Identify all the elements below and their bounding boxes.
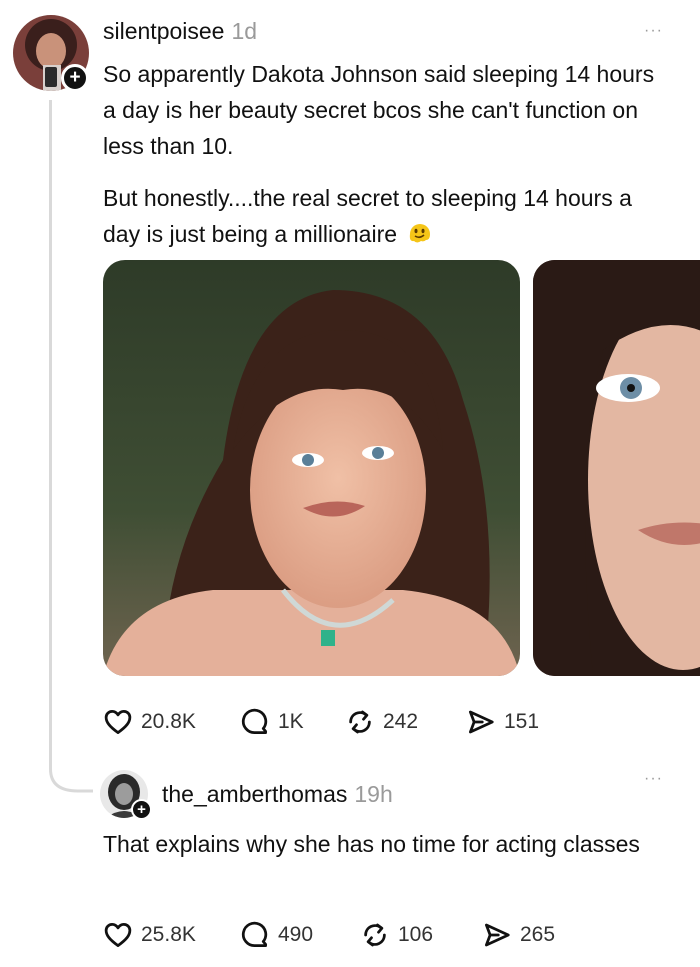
reply-follow-plus-icon[interactable]: + [131,799,152,820]
post-paragraph-2: But honestly....the real secret to sleep… [103,185,632,247]
heart-icon [104,710,132,734]
post-header: silentpoisee 1d [103,18,257,45]
post-like-count: 20.8K [141,710,196,733]
post-share-count: 151 [504,710,540,733]
post-paragraph-1: So apparently Dakota Johnson said sleepi… [103,61,655,159]
post-more-icon[interactable]: ··· [644,22,663,40]
reply-username[interactable]: the_amberthomas [162,781,347,807]
reply-comment-button[interactable]: 490 [240,920,313,950]
post-username[interactable]: silentpoisee [103,18,224,44]
share-icon [485,923,510,947]
post-photo-1-image [103,260,520,676]
reply-like-count: 25.8K [141,923,196,946]
heart-icon [104,923,132,947]
reply-comment-count: 490 [278,923,314,946]
reply-text: That explains why she has no time for ac… [103,831,640,857]
follow-plus-icon[interactable]: + [61,64,89,92]
thread-connector-curve [49,755,93,793]
reply-repost-count: 106 [398,923,434,946]
melting-face-emoji-icon [407,220,433,246]
reply-share-count: 265 [520,923,556,946]
post-repost-button[interactable]: 242 [345,707,418,737]
reply-more-icon[interactable]: ··· [644,770,663,788]
post-comment-button[interactable]: 1K [240,707,304,737]
post-photo-1[interactable] [103,260,520,676]
reply-share-button[interactable]: 265 [482,920,555,950]
share-icon [469,710,494,734]
post-photo-2-image [533,260,700,676]
repost-icon [349,710,371,734]
post-photo-2[interactable] [533,260,700,676]
thread-connector [49,100,52,760]
repost-icon [364,923,386,947]
post-comment-count: 1K [278,710,304,733]
comment-icon [241,921,268,948]
reply-like-button[interactable]: 25.8K [103,920,196,950]
post-repost-count: 242 [383,710,419,733]
post-paragraph-2-wrap: But honestly....the real secret to sleep… [103,180,663,252]
comment-icon [241,708,268,735]
reply-time: 19h [354,781,393,807]
reply-header: the_amberthomas 19h [162,781,393,808]
post-time: 1d [231,18,258,44]
post-like-button[interactable]: 20.8K [103,707,196,737]
reply-repost-button[interactable]: 106 [360,920,433,950]
post-share-button[interactable]: 151 [466,707,539,737]
